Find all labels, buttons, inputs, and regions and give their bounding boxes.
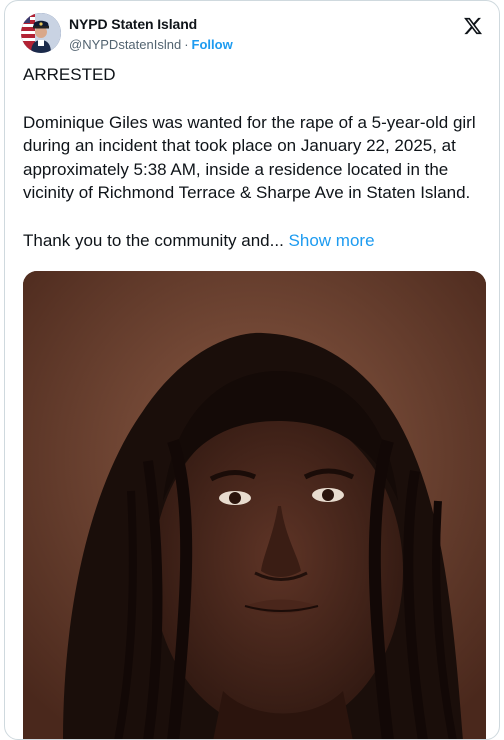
tweet-text: ARRESTED Dominique Giles was wanted for … [23,63,483,252]
tweet-closing: Thank you to the community and... Show m… [23,229,483,253]
mugshot-image [23,271,486,739]
x-logo-icon[interactable] [463,16,483,36]
tweet-card[interactable]: NYPD Staten Island @NYPDstatenIslnd · Foll… [4,0,500,740]
handle[interactable]: @NYPDstatenIslnd [69,37,181,52]
avatar[interactable] [21,13,61,53]
display-name[interactable]: NYPD Staten Island [69,16,197,32]
tweet-paragraph: Dominique Giles was wanted for the rape … [23,112,476,203]
tweet-closing-text: Thank you to the community and... [23,230,284,250]
separator: · [184,37,189,52]
tweet-heading: ARRESTED [23,65,116,84]
show-more-link[interactable]: Show more [289,231,375,250]
police-officer-avatar-image [21,13,61,53]
tweet-header: NYPD Staten Island @NYPDstatenIslnd · Foll… [21,13,483,57]
handle-row: @NYPDstatenIslnd · Follow [69,37,233,52]
follow-button[interactable]: Follow [192,37,233,52]
tweet-photo[interactable] [23,271,486,739]
